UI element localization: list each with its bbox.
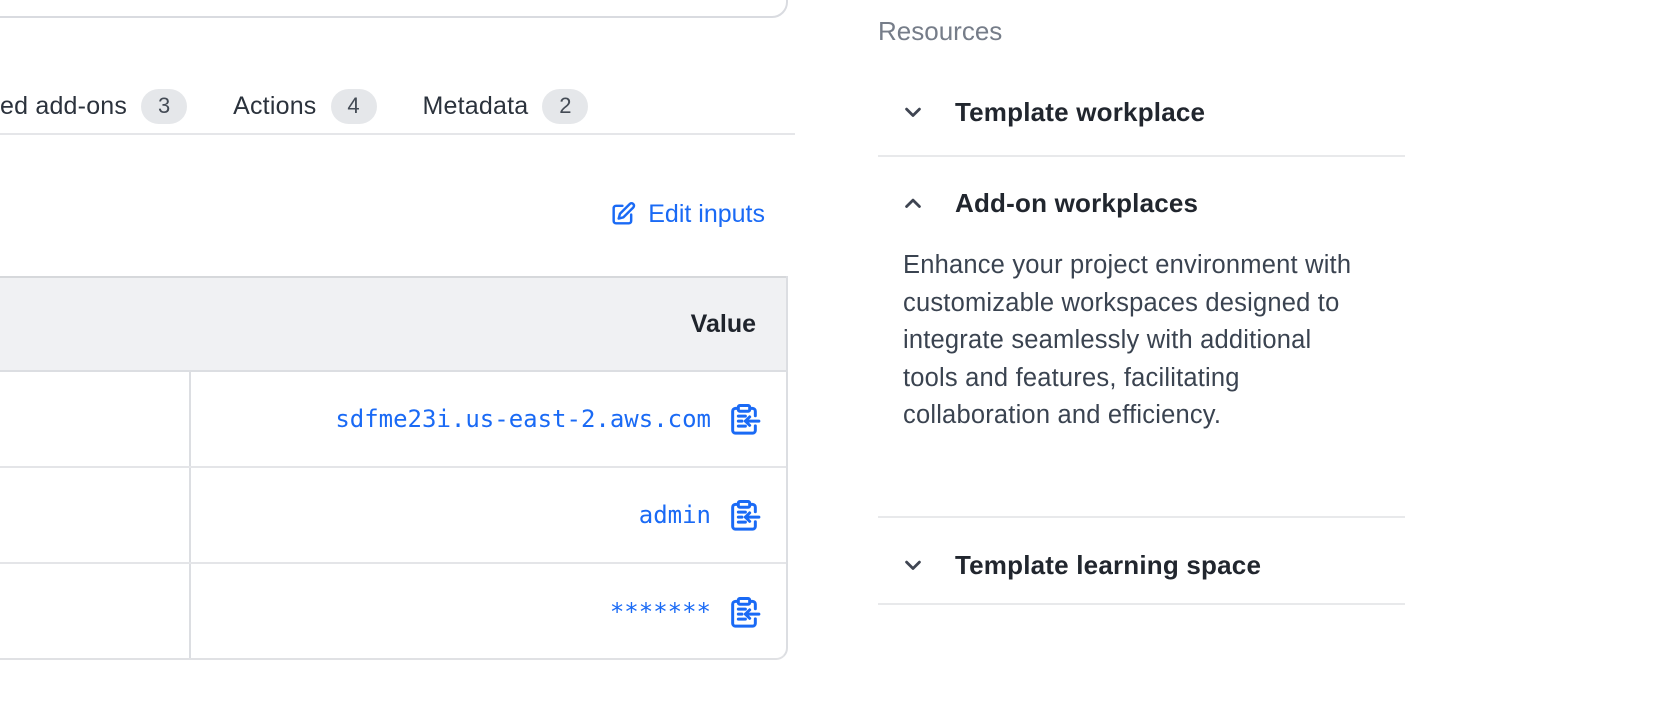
tab-installed-add-ons[interactable]: ed add-ons 3 — [0, 89, 187, 124]
clipboard-copy-icon — [727, 595, 761, 629]
page: ed add-ons 3 Actions 4 Metadata 2 Edit i… — [0, 0, 1672, 728]
table-header-row: Value — [0, 276, 786, 372]
copy-to-clipboard-button[interactable] — [726, 594, 762, 630]
accordion-template-learning-space[interactable]: Template learning space — [878, 546, 1405, 584]
copy-to-clipboard-button[interactable] — [726, 401, 762, 437]
resources-panel: Resources Template workplace Add-on work… — [878, 0, 1405, 728]
tab-metadata[interactable]: Metadata 2 — [423, 89, 589, 124]
accordion-title: Template learning space — [878, 550, 1261, 581]
edit-inputs-button[interactable]: Edit inputs — [609, 200, 765, 229]
input-value-password-masked: ******* — [610, 598, 711, 626]
pencil-square-icon — [609, 200, 637, 228]
table-row: ******* — [0, 564, 786, 660]
section-divider — [878, 516, 1405, 518]
accordion-template-workplace[interactable]: Template workplace — [878, 93, 1405, 131]
tab-label: Metadata — [423, 92, 529, 121]
previous-card-bottom-edge — [0, 0, 788, 18]
tabbar-divider — [0, 133, 795, 135]
table-row: admin — [0, 468, 786, 564]
accordion-title: Template workplace — [878, 97, 1205, 128]
accordion-add-on-workplaces[interactable]: Add-on workplaces — [878, 184, 1405, 222]
tab-count-badge: 2 — [542, 89, 588, 124]
chevron-up-icon — [899, 189, 927, 217]
clipboard-copy-icon — [727, 402, 761, 436]
edit-inputs-label: Edit inputs — [648, 200, 765, 229]
input-value-username: admin — [639, 501, 711, 529]
edit-inputs-row: Edit inputs — [0, 195, 765, 233]
inputs-table: Value sdfme23i.us-east-2.aws.com admin *… — [0, 276, 788, 660]
input-value-host: sdfme23i.us-east-2.aws.com — [335, 405, 711, 433]
table-row: sdfme23i.us-east-2.aws.com — [0, 372, 786, 468]
copy-to-clipboard-button[interactable] — [726, 497, 762, 533]
tab-label: Actions — [233, 92, 316, 121]
value-column-header: Value — [691, 310, 756, 339]
tab-count-badge: 3 — [141, 89, 187, 124]
tab-count-badge: 4 — [331, 89, 377, 124]
section-divider — [878, 155, 1405, 157]
detail-tabs: ed add-ons 3 Actions 4 Metadata 2 — [0, 84, 795, 128]
tab-label: ed add-ons — [0, 92, 127, 121]
chevron-down-icon — [899, 551, 927, 579]
accordion-description: Enhance your project environment with cu… — [903, 247, 1371, 435]
section-divider — [878, 603, 1405, 605]
tab-actions[interactable]: Actions 4 — [233, 89, 376, 124]
clipboard-copy-icon — [727, 498, 761, 532]
chevron-down-icon — [899, 98, 927, 126]
resources-title: Resources — [878, 16, 1002, 47]
